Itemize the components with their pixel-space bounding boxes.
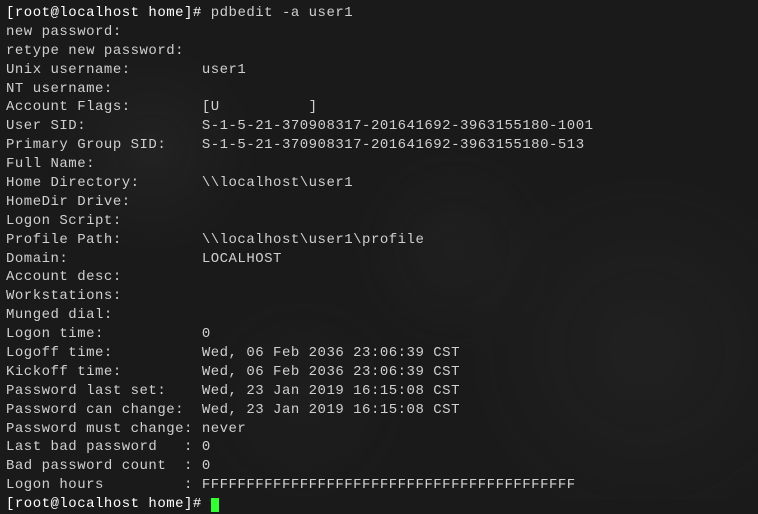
password-must-change-line: Password must change: never xyxy=(6,420,752,439)
profile-path-line: Profile Path: \\localhost\user1\profile xyxy=(6,231,752,250)
account-desc-line: Account desc: xyxy=(6,268,752,287)
retype-password-line: retype new password: xyxy=(6,42,752,61)
logoff-time-line: Logoff time: Wed, 06 Feb 2036 23:06:39 C… xyxy=(6,344,752,363)
logon-hours-line: Logon hours : FFFFFFFFFFFFFFFFFFFFFFFFFF… xyxy=(6,476,752,495)
logon-script-line: Logon Script: xyxy=(6,212,752,231)
kickoff-time-line: Kickoff time: Wed, 06 Feb 2036 23:06:39 … xyxy=(6,363,752,382)
logon-time-line: Logon time: 0 xyxy=(6,325,752,344)
user-sid-line: User SID: S-1-5-21-370908317-201641692-3… xyxy=(6,117,752,136)
prompt-line-2[interactable]: [root@localhost home]# xyxy=(6,495,752,514)
bad-password-count-line: Bad password count : 0 xyxy=(6,457,752,476)
password-last-set-line: Password last set: Wed, 23 Jan 2019 16:1… xyxy=(6,382,752,401)
unix-username-line: Unix username: user1 xyxy=(6,61,752,80)
command-text: pdbedit -a user1 xyxy=(211,5,353,21)
primary-group-sid-line: Primary Group SID: S-1-5-21-370908317-20… xyxy=(6,136,752,155)
home-directory-line: Home Directory: \\localhost\user1 xyxy=(6,174,752,193)
domain-line: Domain: LOCALHOST xyxy=(6,250,752,269)
prompt-line-1[interactable]: [root@localhost home]# pdbedit -a user1 xyxy=(6,4,752,23)
account-flags-line: Account Flags: [U ] xyxy=(6,98,752,117)
last-bad-password-line: Last bad password : 0 xyxy=(6,438,752,457)
new-password-line: new password: xyxy=(6,23,752,42)
homedir-drive-line: HomeDir Drive: xyxy=(6,193,752,212)
prompt-prefix-2: [root@localhost home]# xyxy=(6,496,211,512)
full-name-line: Full Name: xyxy=(6,155,752,174)
password-can-change-line: Password can change: Wed, 23 Jan 2019 16… xyxy=(6,401,752,420)
prompt-prefix: [root@localhost home]# xyxy=(6,5,211,21)
nt-username-line: NT username: xyxy=(6,80,752,99)
workstations-line: Workstations: xyxy=(6,287,752,306)
munged-dial-line: Munged dial: xyxy=(6,306,752,325)
cursor-icon xyxy=(211,498,219,512)
